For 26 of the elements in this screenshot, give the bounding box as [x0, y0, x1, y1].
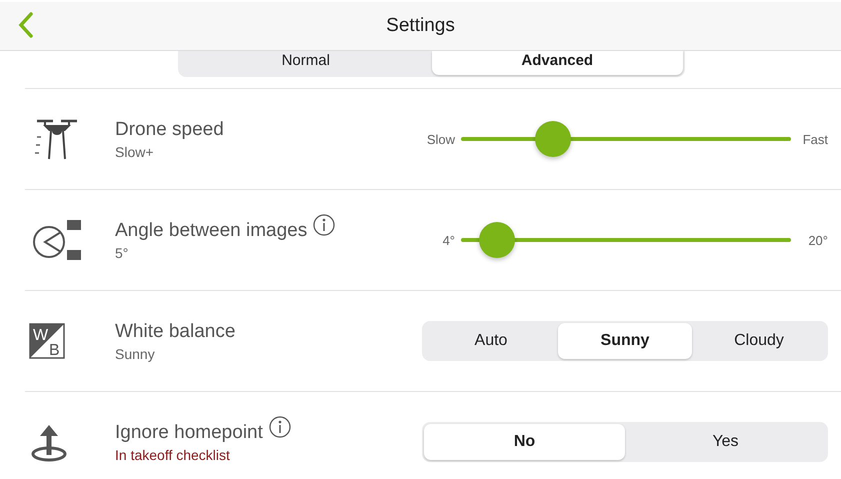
info-icon[interactable]: [313, 214, 336, 236]
setting-value: Sunny: [115, 346, 156, 362]
warning-note: In takeoff checklist: [115, 446, 231, 462]
slider-min-label: 4°: [442, 232, 455, 248]
back-button[interactable]: [18, 12, 34, 38]
slider-thumb[interactable]: [479, 222, 516, 258]
mode-tab[interactable]: Normal: [180, 51, 432, 75]
slider-thumb[interactable]: [535, 121, 572, 157]
screen-title: Settings: [386, 15, 455, 37]
setting-value: Slow+: [115, 144, 155, 160]
mode-tab[interactable]: Advanced: [432, 51, 683, 75]
slider-max-label: 20°: [807, 232, 828, 248]
segment-option[interactable]: Sunny: [558, 323, 692, 359]
slider-max-label: Fast: [802, 132, 828, 146]
wb-icon: W B: [29, 323, 65, 359]
setting-title: White balance: [115, 320, 236, 342]
slider-min-label: Slow: [426, 132, 455, 146]
segment-option[interactable]: Cloudy: [692, 323, 826, 359]
setting-title: Angle between images: [115, 220, 308, 242]
info-icon[interactable]: [268, 416, 291, 438]
setting-title: Drone speed: [115, 118, 224, 140]
segment-option[interactable]: Auto: [424, 323, 558, 359]
segment-option[interactable]: Yes: [625, 424, 826, 460]
setting-value: 5°: [115, 244, 130, 260]
setting-title: Ignore homepoint: [115, 422, 263, 444]
segment-option[interactable]: No: [424, 424, 625, 460]
